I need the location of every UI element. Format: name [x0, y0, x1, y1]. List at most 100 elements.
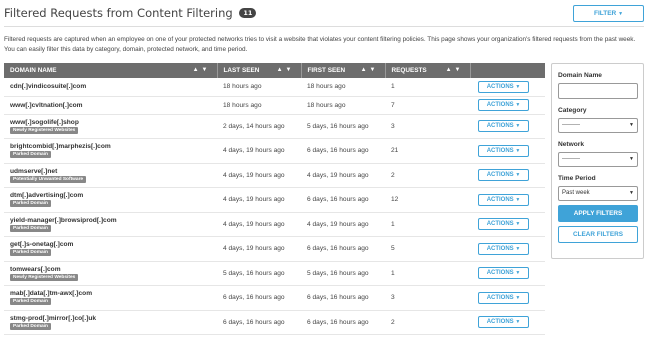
chevron-down-icon: ▼	[515, 83, 521, 90]
actions-cell: ACTIONS ▼	[470, 261, 545, 286]
first-seen-cell: 4 days, 19 hours ago	[301, 212, 385, 237]
actions-button-label: ACTIONS	[486, 102, 514, 108]
category-tag: Newly Registered Websites	[10, 273, 79, 281]
actions-button[interactable]: ACTIONS ▼	[478, 218, 529, 231]
actions-cell: ACTIONS ▼	[470, 78, 545, 97]
actions-button[interactable]: ACTIONS ▼	[478, 144, 529, 157]
network-filter-select[interactable]: --------- ▼	[558, 152, 638, 167]
actions-button[interactable]: ACTIONS ▼	[478, 291, 529, 304]
table-row: tomwears[.]com Newly Registered Websites 5…	[4, 261, 545, 286]
last-seen-cell: 6 days, 16 hours ago	[217, 310, 301, 335]
actions-cell: ACTIONS ▼	[470, 310, 545, 335]
actions-button[interactable]: ACTIONS ▼	[478, 80, 529, 93]
category-tag: Parked Domain	[10, 200, 51, 208]
actions-cell: ACTIONS ▼	[470, 212, 545, 237]
domain-cell: stmg-prod[.]mirror[.]co[.]uk Parked Domai…	[4, 310, 217, 335]
category-tag: Parked Domain	[10, 151, 51, 159]
sort-icon[interactable]: ▲▼	[277, 67, 295, 73]
requests-cell: 12	[385, 187, 470, 213]
actions-button-label: ACTIONS	[486, 294, 514, 301]
domain-cell: brightcombid[.]marphezis[.]com Parked Dom…	[4, 138, 217, 164]
chevron-down-icon: ▼	[618, 11, 624, 17]
table-row: dtm[.]advertising[.]com Parked Domain 4 da…	[4, 187, 545, 213]
chevron-down-icon: ▼	[629, 122, 634, 128]
actions-button[interactable]: ACTIONS ▼	[478, 193, 529, 206]
first-seen-cell: 6 days, 16 hours ago	[301, 138, 385, 164]
category-filter-value: ---------	[562, 122, 580, 128]
column-header-last-seen[interactable]: LAST SEEN ▲▼	[217, 63, 302, 78]
actions-button[interactable]: ACTIONS ▼	[478, 169, 529, 182]
page-header: Filtered Requests from Content Filtering…	[4, 4, 644, 24]
column-header-label: REQUESTS	[391, 67, 427, 74]
column-header-requests[interactable]: REQUESTS ▲▼	[385, 63, 471, 78]
first-seen-cell: 5 days, 16 hours ago	[301, 261, 385, 286]
actions-button[interactable]: ACTIONS ▼	[478, 120, 529, 133]
category-tag: Parked Domain	[10, 224, 51, 232]
domain-cell: mab[.]data[.]tm-awx[.]com Parked Domain	[4, 285, 217, 311]
actions-cell: ACTIONS ▼	[470, 163, 545, 188]
domain-filter-label: Domain Name	[558, 72, 602, 79]
chevron-down-icon: ▼	[515, 123, 521, 130]
actions-button[interactable]: ACTIONS ▼	[478, 316, 529, 329]
actions-button-label: ACTIONS	[486, 319, 514, 326]
actions-button[interactable]: ACTIONS ▼	[478, 99, 529, 111]
table-row: get[.]s-onetag[.]com Parked Domain 4 days,…	[4, 236, 545, 262]
domain-filter-input[interactable]	[558, 83, 638, 99]
chevron-down-icon: ▼	[515, 245, 521, 252]
domain-name: dtm[.]advertising[.]com	[10, 192, 84, 200]
domain-cell: dtm[.]advertising[.]com Parked Domain	[4, 187, 217, 213]
sort-icon[interactable]: ▲▼	[193, 67, 211, 73]
first-seen-cell: 5 days, 16 hours ago	[301, 114, 385, 139]
requests-cell: 5	[385, 236, 470, 262]
clear-filters-button[interactable]: CLEAR FILTERS	[558, 226, 638, 243]
time-period-filter-select[interactable]: Past week ▼	[558, 186, 638, 201]
domain-name: udmserve[.]net	[10, 167, 58, 175]
domain-name: stmg-prod[.]mirror[.]co[.]uk	[10, 314, 97, 322]
domain-name: www[.]cvltnation[.]com	[10, 101, 83, 109]
category-tag: Parked Domain	[10, 322, 51, 330]
actions-button-label: ACTIONS	[486, 221, 514, 228]
category-tag: Parked Domain	[10, 249, 51, 257]
actions-button-label: ACTIONS	[486, 83, 514, 90]
count-badge: 11	[239, 8, 257, 18]
requests-cell: 1	[385, 78, 470, 97]
column-header-first-seen[interactable]: FIRST SEEN ▲▼	[301, 63, 386, 78]
requests-cell: 3	[385, 285, 470, 311]
sort-icon[interactable]: ▲▼	[361, 67, 379, 73]
apply-filters-button[interactable]: APPLY FILTERS	[558, 205, 638, 222]
domain-cell: yield-manager[.]browsiprod[.]com Parked D…	[4, 212, 217, 237]
actions-button-label: ACTIONS	[486, 147, 514, 154]
last-seen-cell: 4 days, 19 hours ago	[217, 163, 301, 188]
actions-button[interactable]: ACTIONS ▼	[478, 267, 529, 280]
first-seen-cell: 6 days, 16 hours ago	[301, 310, 385, 335]
requests-table: DOMAIN NAME ▲▼ LAST SEEN ▲▼ FIRST SEEN ▲▼ R…	[4, 63, 545, 335]
chevron-down-icon: ▼	[515, 270, 521, 277]
domain-cell: www[.]cvltnation[.]com	[4, 96, 217, 115]
requests-cell: 1	[385, 261, 470, 286]
category-filter-select[interactable]: --------- ▼	[558, 118, 638, 133]
table-row: udmserve[.]net Potentially Unwanted Softw…	[4, 163, 545, 188]
column-header-label: LAST SEEN	[223, 67, 260, 74]
domain-name: cdn[.]vindicosuite[.]com	[10, 83, 87, 91]
divider	[4, 26, 644, 27]
sort-icon[interactable]: ▲▼	[446, 67, 464, 73]
chevron-down-icon: ▼	[515, 196, 521, 203]
actions-button-label: ACTIONS	[486, 270, 514, 277]
domain-cell: www[.]sogolife[.]shop Newly Registered We…	[4, 114, 217, 139]
column-header-domain[interactable]: DOMAIN NAME ▲▼	[4, 63, 218, 78]
domain-name: tomwears[.]com	[10, 265, 61, 273]
table-row: stmg-prod[.]mirror[.]co[.]uk Parked Domai…	[4, 310, 545, 335]
chevron-down-icon: ▼	[515, 319, 521, 326]
actions-button[interactable]: ACTIONS ▼	[478, 242, 529, 255]
domain-cell: tomwears[.]com Newly Registered Websites	[4, 261, 217, 286]
actions-button-label: ACTIONS	[486, 245, 514, 252]
filter-button[interactable]: FILTER ▼	[573, 5, 644, 22]
requests-cell: 2	[385, 310, 470, 335]
domain-name: get[.]s-onetag[.]com	[10, 241, 74, 249]
chevron-down-icon: ▼	[515, 294, 521, 301]
actions-cell: ACTIONS ▼	[470, 285, 545, 311]
chevron-down-icon: ▼	[515, 172, 521, 179]
table-row: www[.]cvltnation[.]com 18 hours ago 18 hou…	[4, 96, 545, 115]
category-tag: Parked Domain	[10, 298, 51, 306]
table-row: mab[.]data[.]tm-awx[.]com Parked Domain 6 …	[4, 285, 545, 311]
